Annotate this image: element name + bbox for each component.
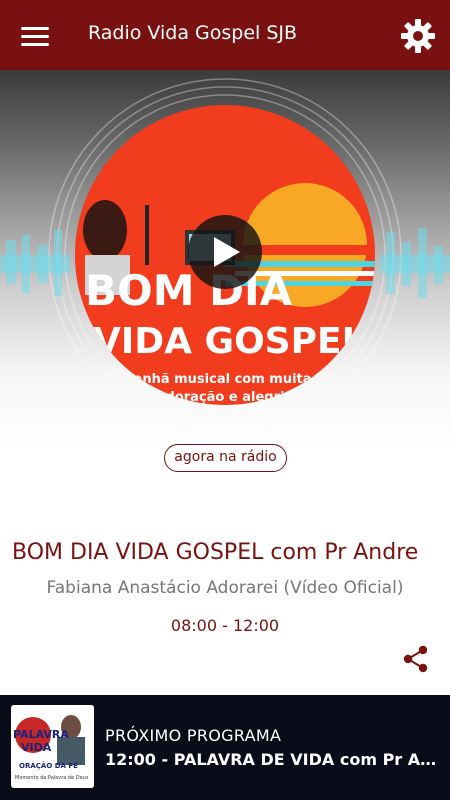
thumb-line1: PALAVRA: [13, 728, 69, 741]
next-program-label: PRÓXIMO PROGRAMA: [105, 726, 282, 745]
play-button[interactable]: [188, 215, 262, 289]
program-title: BOM DIA VIDA GOSPEL com Pr Andre: [12, 540, 419, 565]
current-track: Fabiana Anastácio Adorarei (Vídeo Oficia…: [46, 578, 404, 598]
play-icon: [214, 237, 240, 267]
cover-title-line1: BOM DIA: [85, 266, 293, 315]
hamburger-menu-icon[interactable]: [14, 18, 56, 54]
status-badge: agora na rádio: [164, 444, 287, 472]
share-icon[interactable]: [402, 645, 430, 673]
next-program-value: 12:00 - PALAVRA DE VIDA com Pr Andre: [105, 750, 445, 769]
next-program-thumbnail: PALAVRA VIDA ORAÇÃO DA FÉ Momento da Pal…: [11, 705, 94, 788]
app-bar: Radio Vida Gospel SJB: [0, 0, 450, 70]
now-playing-hero: BOM DIA VIDA GOSPEL manhã musical com mu…: [0, 70, 450, 450]
thumb-line4: Momento da Palavra de Deus: [15, 775, 89, 781]
thumb-line2: VIDA: [21, 741, 52, 754]
app-title: Radio Vida Gospel SJB: [88, 22, 298, 44]
gear-icon[interactable]: [398, 16, 438, 56]
next-program-bar[interactable]: PALAVRA VIDA ORAÇÃO DA FÉ Momento da Pal…: [0, 695, 450, 800]
cover-title-line2: VIDA GOSPEL: [93, 321, 365, 362]
thumb-line3: ORAÇÃO DA FÉ: [19, 761, 78, 770]
program-schedule: 08:00 - 12:00: [170, 616, 280, 635]
